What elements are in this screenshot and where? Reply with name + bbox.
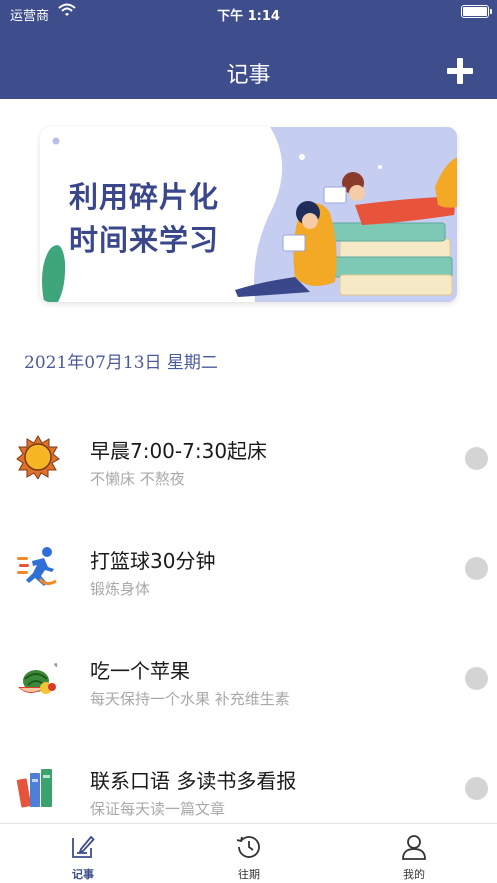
books-icon (16, 769, 52, 808)
banner-text: 利用碎片化 时间来学习 (69, 176, 219, 261)
status-bar: 运营商 下午 1:14 (0, 0, 497, 26)
todo-item[interactable]: 吃一个苹果 每天保持一个水果 补充维生素 (0, 655, 497, 735)
battery-icon (461, 5, 492, 18)
app-screen: 运营商 下午 1:14 记事 利用碎片化 时间来学习 2021年07月13日 星… (0, 0, 497, 883)
running-icon (17, 547, 57, 586)
page-title: 记事 (226, 63, 271, 88)
banner-line-1: 利用碎片化 (69, 180, 220, 214)
todo-title: 打篮球30分钟 (90, 549, 216, 573)
todo-subtitle: 保证每天读一篇文章 (90, 800, 226, 818)
tab-history-label: 往期 (238, 868, 260, 881)
todo-title: 吃一个苹果 (90, 659, 190, 683)
status-time: 下午 1:14 (217, 9, 280, 24)
todo-item[interactable]: 早晨7:00-7:30起床 不懒床 不熬夜 (0, 435, 497, 515)
todo-item[interactable]: 打篮球30分钟 锻炼身体 (0, 545, 497, 625)
todo-subtitle: 每天保持一个水果 补充维生素 (90, 690, 290, 708)
todo-title: 早晨7:00-7:30起床 (90, 439, 268, 463)
tab-history[interactable]: 往期 (209, 824, 289, 883)
tab-profile[interactable]: 我的 (374, 824, 454, 883)
todo-subtitle: 不懒床 不熬夜 (90, 470, 185, 488)
fruit-icon (18, 663, 58, 694)
tab-notes[interactable]: 记事 (43, 824, 123, 883)
todo-subtitle: 锻炼身体 (90, 580, 151, 598)
sun-icon (16, 435, 60, 479)
study-banner[interactable]: 利用碎片化 时间来学习 (40, 127, 457, 302)
complete-toggle[interactable] (465, 557, 488, 580)
history-icon (236, 836, 260, 858)
tab-notes-label: 记事 (72, 868, 94, 881)
current-date: 2021年07月13日 星期二 (24, 353, 218, 373)
complete-toggle[interactable] (465, 777, 488, 800)
todo-title: 联系口语 多读书多看报 (90, 769, 297, 793)
note-edit-icon (72, 835, 95, 858)
nav-header: 运营商 下午 1:14 记事 (0, 0, 497, 99)
complete-toggle[interactable] (465, 447, 488, 470)
person-icon (402, 835, 426, 860)
complete-toggle[interactable] (465, 667, 488, 690)
tab-profile-label: 我的 (403, 868, 425, 881)
banner-line-2: 时间来学习 (69, 222, 220, 257)
tab-bar: 记事 往期 我的 (0, 823, 497, 883)
add-note-button[interactable] (447, 58, 473, 84)
